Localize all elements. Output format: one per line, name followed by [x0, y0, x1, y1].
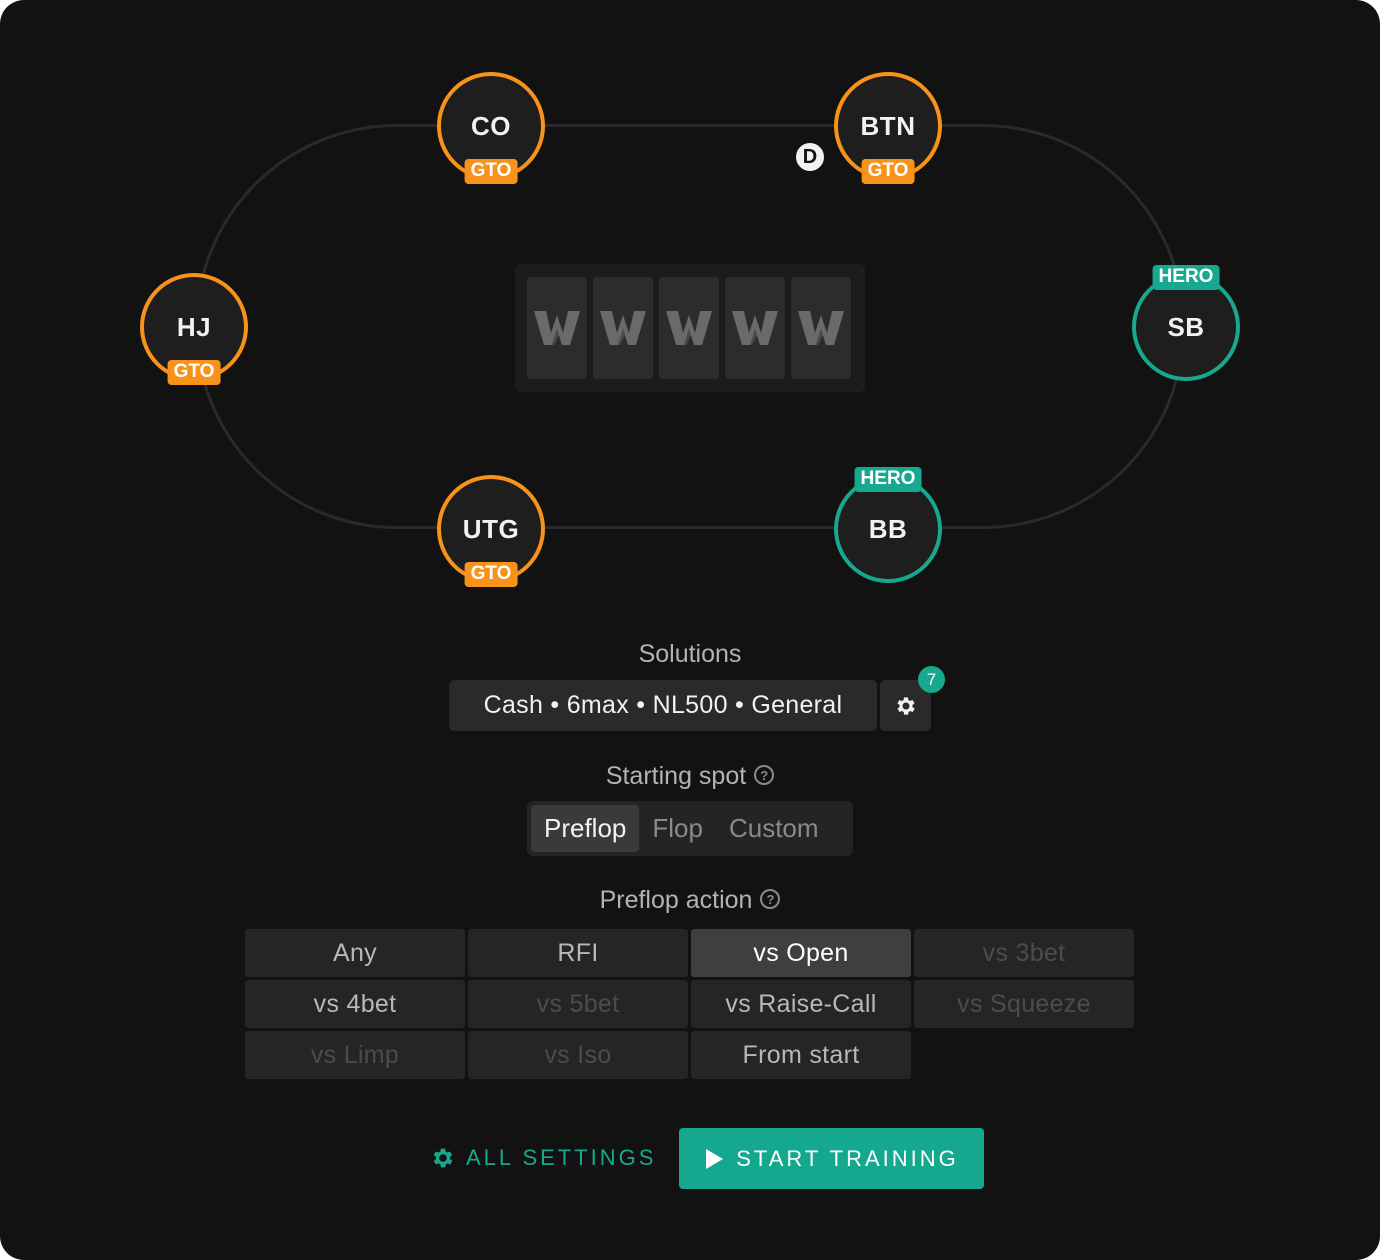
- seat-sb[interactable]: HERO SB: [1132, 265, 1240, 381]
- action-rfi[interactable]: RFI: [468, 929, 688, 977]
- w-logo-icon: [600, 311, 646, 345]
- card-back: [725, 277, 785, 379]
- w-logo-icon: [798, 311, 844, 345]
- w-logo-icon: [534, 311, 580, 345]
- seat-hj[interactable]: HJ GTO: [140, 273, 248, 385]
- w-logo-icon: [666, 311, 712, 345]
- gto-badge: GTO: [464, 159, 518, 184]
- seat-label: HJ: [176, 311, 212, 342]
- action-any[interactable]: Any: [245, 929, 465, 977]
- action-vs-3bet[interactable]: vs 3bet: [914, 929, 1134, 977]
- starting-spot-heading: Starting spot?: [0, 762, 1380, 791]
- starting-spot-toggle: Preflop Flop Custom: [527, 801, 853, 856]
- solutions-label: Solutions: [638, 640, 742, 668]
- dealer-button-icon: D: [793, 140, 827, 174]
- all-settings-label: ALL SETTINGS: [466, 1145, 657, 1170]
- help-icon[interactable]: ?: [760, 889, 781, 910]
- card-back: [527, 277, 587, 379]
- starting-spot-label: Starting spot: [605, 762, 747, 790]
- gear-icon: [896, 696, 915, 715]
- gto-badge: GTO: [861, 159, 915, 184]
- play-icon: [706, 1148, 724, 1169]
- trainer-setup-panel: CO GTO BTN GTO D HJ GTO HERO SB UTG GTO …: [0, 0, 1380, 1260]
- action-vs-limp[interactable]: vs Limp: [245, 1031, 465, 1079]
- card-back: [659, 277, 719, 379]
- gear-icon: [433, 1148, 453, 1168]
- board-cards: [515, 264, 865, 392]
- hero-badge: HERO: [1152, 265, 1220, 290]
- solution-selector-button[interactable]: Cash • 6max • NL500 • General: [449, 680, 877, 731]
- gto-badge: GTO: [167, 360, 221, 385]
- start-training-button[interactable]: START TRAINING: [679, 1128, 984, 1189]
- action-vs-raise-call[interactable]: vs Raise-Call: [691, 980, 911, 1028]
- gto-badge: GTO: [464, 562, 518, 587]
- preflop-action-heading: Preflop action?: [0, 886, 1380, 915]
- seat-label: BB: [868, 513, 908, 544]
- seat-label: UTG: [462, 513, 520, 544]
- settings-count-badge: 7: [918, 666, 945, 693]
- start-training-label: START TRAINING: [736, 1145, 959, 1171]
- action-from-start[interactable]: From start: [691, 1031, 911, 1079]
- preflop-action-label: Preflop action: [599, 886, 753, 914]
- tab-preflop[interactable]: Preflop: [531, 805, 640, 852]
- seat-co[interactable]: CO GTO: [437, 72, 545, 184]
- action-vs-5bet[interactable]: vs 5bet: [468, 980, 688, 1028]
- preflop-action-grid: Any RFI vs Open vs 3bet vs 4bet vs 5bet …: [245, 929, 1135, 1079]
- card-back: [791, 277, 851, 379]
- seat-btn[interactable]: BTN GTO: [834, 72, 942, 184]
- all-settings-button[interactable]: ALL SETTINGS: [430, 1140, 656, 1176]
- hero-badge: HERO: [854, 467, 922, 492]
- tab-custom[interactable]: Custom: [716, 805, 832, 852]
- tab-flop[interactable]: Flop: [639, 805, 716, 852]
- seat-label: SB: [1167, 311, 1205, 342]
- action-vs-open[interactable]: vs Open: [691, 929, 911, 977]
- w-logo-icon: [732, 311, 778, 345]
- help-icon[interactable]: ?: [754, 765, 775, 786]
- card-back: [593, 277, 653, 379]
- seat-label: BTN: [860, 110, 916, 141]
- seat-bb[interactable]: HERO BB: [834, 467, 942, 583]
- action-vs-squeeze[interactable]: vs Squeeze: [914, 980, 1134, 1028]
- seat-utg[interactable]: UTG GTO: [437, 475, 545, 587]
- seat-label: CO: [471, 110, 511, 141]
- action-vs-iso[interactable]: vs Iso: [468, 1031, 688, 1079]
- action-vs-4bet[interactable]: vs 4bet: [245, 980, 465, 1028]
